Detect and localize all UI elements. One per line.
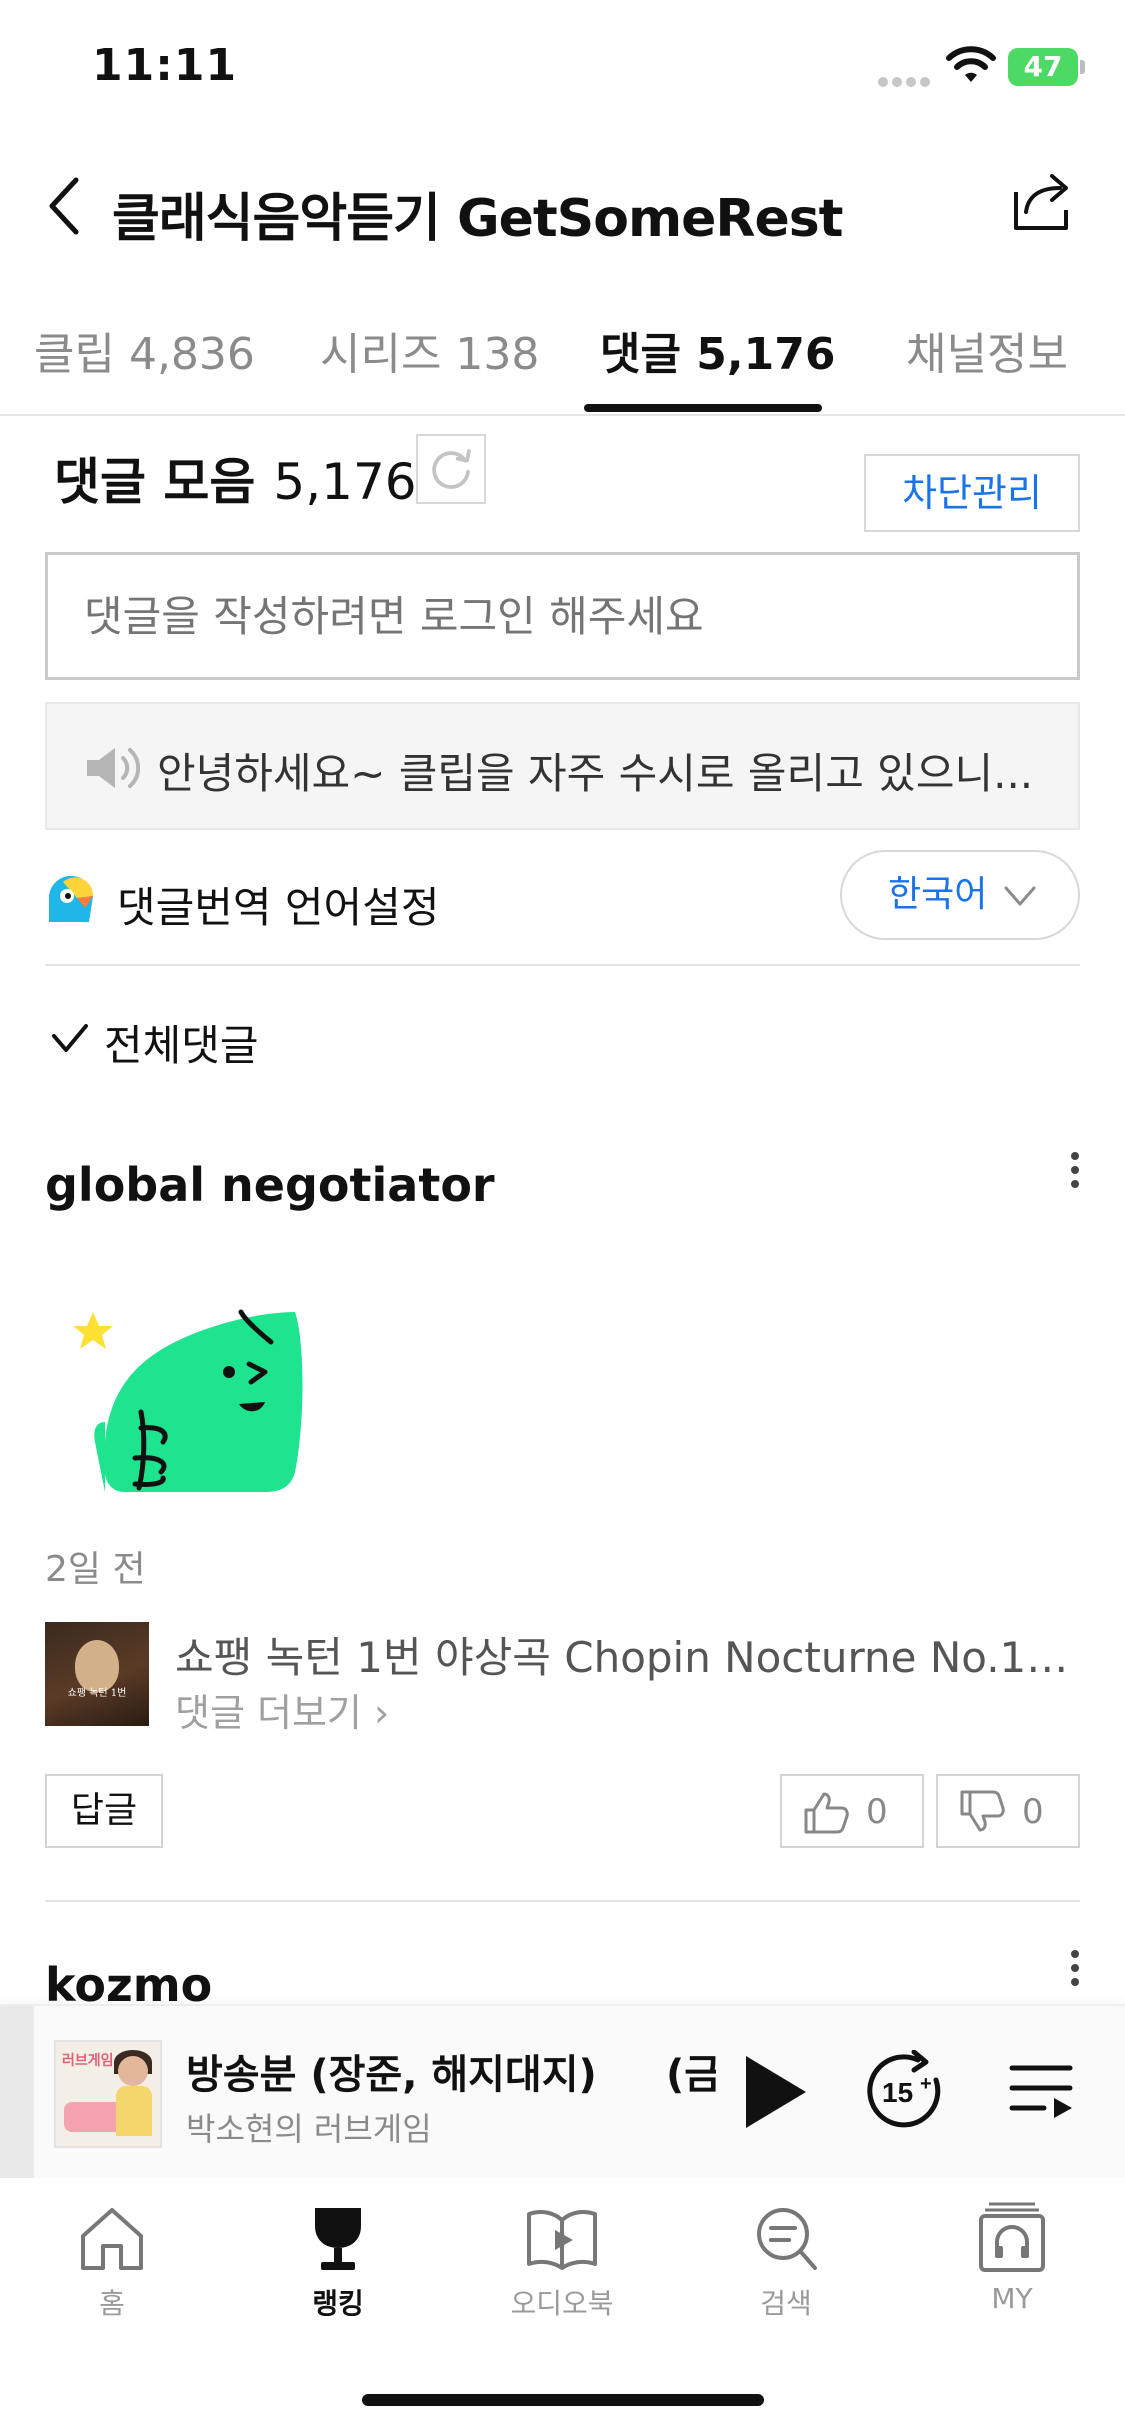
player-edge xyxy=(0,2006,34,2180)
channel-tabs: 클립 4,836 시리즈 138 댓글 5,176 채널정보 xyxy=(0,290,1125,416)
more-vertical-icon[interactable] xyxy=(1065,1146,1085,1196)
tabbar-home[interactable]: 홈 xyxy=(42,2202,182,2322)
clip-title[interactable]: 쇼팽 녹턴 1번 야상곡 Chopin Nocturne No.1 ... xyxy=(175,1624,1075,1685)
more-vertical-icon[interactable] xyxy=(1065,1944,1085,1994)
dislike-count: 0 xyxy=(1022,1792,1044,1832)
comment-divider xyxy=(45,1900,1080,1902)
share-icon[interactable] xyxy=(1008,166,1078,236)
tabbar-ranking[interactable]: 랭킹 xyxy=(268,2202,408,2322)
chevron-down-icon xyxy=(1004,886,1036,906)
tabbar-audiobook[interactable]: 오디오북 xyxy=(492,2202,632,2322)
tabbar-search[interactable]: 검색 xyxy=(716,2202,856,2322)
comment-username[interactable]: global negotiator xyxy=(45,1158,495,1212)
headphones-icon xyxy=(979,2202,1045,2272)
dislike-button[interactable]: 0 xyxy=(936,1774,1080,1848)
tab-clips[interactable]: 클립 4,836 xyxy=(34,318,255,382)
check-icon xyxy=(52,1024,88,1052)
player-subtitle: 박소현의 러브게임 xyxy=(186,2110,432,2148)
trophy-icon xyxy=(315,2208,361,2270)
tabbar-home-label: 홈 xyxy=(99,2287,125,2320)
tabbar-my[interactable]: MY xyxy=(942,2202,1082,2315)
playlist-queue-icon[interactable] xyxy=(1008,2058,1074,2124)
comments-header: 댓글 모음 5,176 차단관리 xyxy=(0,434,1125,534)
comment-input[interactable] xyxy=(45,552,1080,680)
signal-dots-icon xyxy=(878,72,938,87)
search-icon xyxy=(757,2208,817,2270)
block-management-button[interactable]: 차단관리 xyxy=(864,454,1080,532)
tabbar-search-label: 검색 xyxy=(760,2287,812,2320)
papago-parrot-icon xyxy=(48,875,94,922)
header: 클래식음악듣기 GetSomeRest xyxy=(0,140,1125,270)
speaker-icon xyxy=(87,748,141,788)
more-replies-link[interactable]: 댓글 더보기 › xyxy=(175,1682,389,1737)
back-arrow-icon[interactable] xyxy=(44,174,84,238)
tab-channel-info[interactable]: 채널정보 xyxy=(906,318,1068,382)
svg-text:+: + xyxy=(920,2073,932,2095)
clip-thumbnail[interactable]: 쇼팽 녹턴 1번 xyxy=(45,1622,149,1726)
player-title: 방송분 (장준, 해지대지) xyxy=(186,2052,597,2098)
language-select-label: 한국어 xyxy=(888,874,988,915)
like-button[interactable]: 0 xyxy=(780,1774,924,1848)
status-bar: 11:11 47 xyxy=(0,0,1125,140)
tabbar-my-label: MY xyxy=(991,2282,1033,2315)
active-tab-indicator xyxy=(584,404,822,412)
status-time: 11:11 xyxy=(92,40,238,91)
translation-label: 댓글번역 언어설정 xyxy=(117,883,440,932)
notice-text: 안녕하세요~ 클립을 자주 수시로 올리고 있으니... xyxy=(157,749,1034,798)
clip-thumb-caption: 쇼팽 녹턴 1번 xyxy=(67,1688,127,1699)
battery-icon: 47 xyxy=(1008,48,1085,86)
thumbs-down-icon xyxy=(960,1790,1005,1832)
language-select[interactable]: 한국어 xyxy=(840,850,1080,940)
channel-title: 클래식음악듣기 GetSomeRest xyxy=(112,189,844,249)
tabbar-ranking-label: 랭킹 xyxy=(312,2287,364,2320)
svg-text:15: 15 xyxy=(882,2077,913,2108)
channel-notice[interactable]: 안녕하세요~ 클립을 자주 수시로 올리고 있으니... xyxy=(45,702,1080,830)
comments-count: 5,176 xyxy=(273,453,417,511)
tab-series[interactable]: 시리즈 138 xyxy=(320,318,539,382)
tab-comments[interactable]: 댓글 5,176 xyxy=(600,318,835,382)
player-thumbnail[interactable]: 러브게임 xyxy=(54,2040,162,2148)
play-icon[interactable] xyxy=(740,2052,810,2132)
home-icon xyxy=(81,2208,143,2270)
refresh-button[interactable] xyxy=(416,434,486,504)
home-indicator xyxy=(362,2394,764,2406)
thumbs-up-sticker-icon xyxy=(73,1309,303,1492)
like-count: 0 xyxy=(866,1792,888,1832)
comment-time: 2일 전 xyxy=(45,1549,146,1590)
reply-button[interactable]: 답글 xyxy=(45,1774,163,1848)
comments-title: 댓글 모음 5,176 xyxy=(54,453,417,511)
player-thumb-tag: 러브게임 xyxy=(62,2053,114,2069)
book-icon xyxy=(527,2210,597,2270)
refresh-icon xyxy=(432,449,471,489)
player-title-overflow: (금 xyxy=(666,2052,716,2098)
tabbar-audiobook-label: 오디오북 xyxy=(510,2287,614,2320)
wifi-icon xyxy=(946,46,996,82)
thumbs-up-icon xyxy=(804,1792,849,1834)
mini-player[interactable]: 러브게임 방송분 (장준, 해지대지) (금 박소현의 러브게임 15 + xyxy=(0,2004,1125,2180)
filter-label: 전체댓글 xyxy=(104,1021,259,1070)
translation-settings-row: 댓글번역 언어설정 한국어 xyxy=(45,850,1080,966)
skip-forward-15-icon[interactable]: 15 + xyxy=(866,2050,950,2134)
